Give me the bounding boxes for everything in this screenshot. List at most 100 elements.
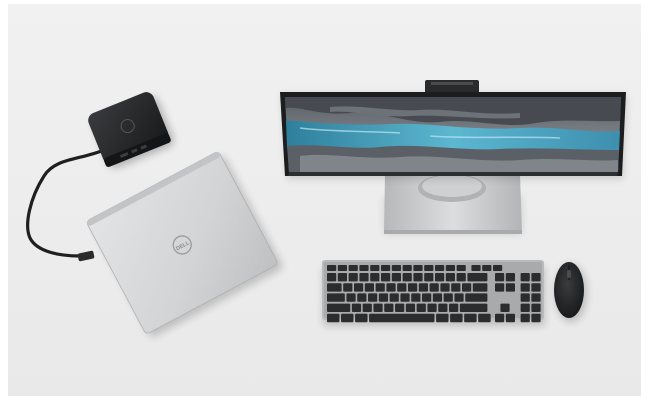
keyboard-key bbox=[391, 273, 401, 282]
keyboard-key bbox=[389, 293, 399, 302]
keyboard-key bbox=[327, 303, 351, 312]
keyboard-key bbox=[464, 313, 477, 323]
monitor-stand bbox=[384, 174, 522, 234]
keyboard-key bbox=[471, 265, 481, 271]
keyboard-key bbox=[373, 303, 383, 312]
keyboard-key bbox=[381, 273, 391, 282]
keyboard-key bbox=[531, 273, 541, 282]
keyboard-key bbox=[405, 303, 416, 312]
keyboard-key bbox=[500, 303, 510, 312]
keyboard-key bbox=[348, 265, 358, 271]
keyboard-key bbox=[456, 273, 466, 282]
keyboard-key bbox=[348, 273, 358, 282]
monitor-icon bbox=[280, 80, 627, 179]
keyboard-key bbox=[478, 313, 491, 323]
keyboard-key bbox=[359, 265, 369, 271]
keyboard-key bbox=[429, 283, 439, 292]
keyboard-key bbox=[411, 293, 421, 302]
keyboard-key bbox=[341, 313, 354, 323]
scroll-wheel bbox=[567, 270, 571, 278]
keyboard-key bbox=[355, 313, 368, 323]
keyboard-key bbox=[378, 293, 389, 302]
keyboard-key bbox=[520, 293, 530, 302]
keyboard-key bbox=[438, 303, 448, 312]
keyboard-key bbox=[402, 265, 412, 271]
keyboard-key bbox=[531, 313, 541, 323]
keyboard-key bbox=[359, 273, 369, 282]
monitor-camera bbox=[425, 80, 479, 93]
keyboard-key bbox=[397, 283, 407, 292]
keyboard-key bbox=[495, 283, 505, 292]
keyboard-key bbox=[432, 293, 443, 302]
keyboard-key bbox=[370, 273, 380, 282]
keyboard-key bbox=[520, 283, 530, 292]
keyboard-key bbox=[327, 265, 337, 271]
keyboard-key bbox=[505, 313, 515, 323]
keyboard-key bbox=[520, 273, 530, 282]
keyboard-key bbox=[462, 283, 472, 292]
keyboard-key bbox=[368, 293, 378, 302]
keyboard-key bbox=[445, 265, 455, 271]
keyboard-key bbox=[395, 303, 405, 312]
keyboard-key bbox=[472, 283, 488, 292]
keyboard-key bbox=[459, 303, 488, 312]
keyboard-key bbox=[449, 303, 459, 312]
keyboard-key bbox=[443, 293, 453, 302]
keyboard-key bbox=[422, 293, 432, 302]
keyboard-key bbox=[364, 283, 374, 292]
keyboard-key bbox=[465, 293, 488, 302]
keyboard-key bbox=[505, 273, 515, 282]
keyboard-key bbox=[413, 265, 423, 271]
keyboard-key bbox=[495, 313, 505, 323]
keyboard-key bbox=[450, 313, 463, 323]
keyboard-key bbox=[436, 313, 449, 323]
keyboard-key bbox=[418, 283, 428, 292]
keyboard-key bbox=[346, 293, 356, 302]
keyboard-key bbox=[327, 283, 342, 292]
keyboard-key bbox=[327, 313, 340, 323]
keyboard-key bbox=[386, 283, 396, 292]
keyboard-key bbox=[402, 273, 412, 282]
keyboard-key bbox=[435, 273, 445, 282]
keyboard-key bbox=[456, 265, 466, 271]
keyboard-key bbox=[343, 283, 353, 292]
keyboard-key bbox=[427, 303, 437, 312]
keyboard-key bbox=[467, 273, 488, 282]
keyboard-key bbox=[520, 313, 530, 323]
keyboard-key bbox=[482, 265, 492, 271]
keyboard-key bbox=[505, 283, 515, 292]
keyboard-key bbox=[370, 265, 380, 271]
keyboard-key bbox=[413, 273, 423, 282]
keyboard-key bbox=[531, 303, 541, 312]
keyboard-key bbox=[327, 293, 345, 302]
keyboard-key bbox=[362, 303, 372, 312]
product-photo: DELL bbox=[0, 0, 649, 400]
keyboard-icon bbox=[322, 260, 545, 326]
keyboard-key bbox=[391, 265, 401, 271]
keyboard-key bbox=[351, 303, 362, 312]
keyboard-key bbox=[493, 265, 503, 271]
keyboard-key bbox=[381, 265, 391, 271]
keyboard-key bbox=[357, 293, 367, 302]
keyboard-key bbox=[451, 283, 461, 292]
keyboard-key bbox=[369, 313, 435, 323]
keyboard-key bbox=[337, 265, 347, 271]
keyboard-key bbox=[495, 273, 505, 282]
keyboard-key bbox=[400, 293, 410, 302]
keyboard-key bbox=[531, 283, 541, 292]
keyboard-key bbox=[416, 303, 426, 312]
keyboard-key bbox=[408, 283, 418, 292]
keyboard-key bbox=[531, 293, 541, 302]
keyboard-key bbox=[375, 283, 385, 292]
keyboard-key bbox=[424, 265, 434, 271]
photo-canvas: DELL bbox=[0, 0, 649, 400]
keyboard-key bbox=[354, 283, 364, 292]
keyboard-key bbox=[440, 283, 450, 292]
keyboard-key bbox=[445, 273, 455, 282]
keyboard-key bbox=[337, 273, 347, 282]
keyboard-key bbox=[520, 303, 530, 312]
backdrop bbox=[8, 4, 641, 396]
keyboard-key bbox=[424, 273, 434, 282]
keyboard-key bbox=[435, 265, 445, 271]
keyboard-key bbox=[327, 273, 337, 282]
